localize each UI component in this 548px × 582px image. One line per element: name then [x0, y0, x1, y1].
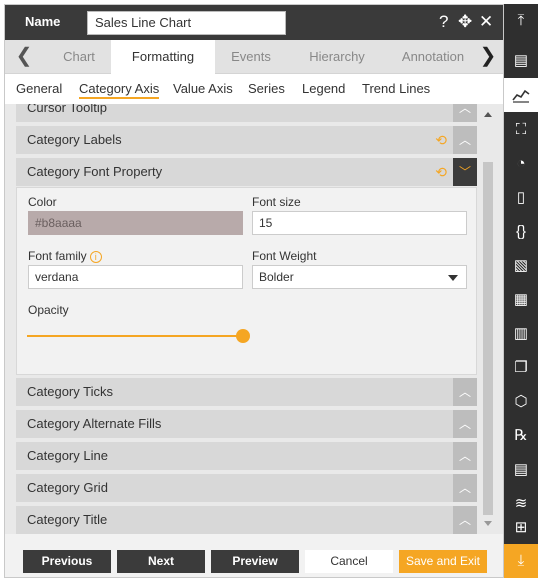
opacity-label: Opacity: [28, 303, 69, 317]
chevron-down-icon: [448, 275, 458, 281]
subtab-trend-lines[interactable]: Trend Lines: [362, 81, 430, 96]
opacity-slider-thumb[interactable]: [236, 329, 250, 343]
font-family-input[interactable]: verdana: [28, 265, 243, 289]
move-icon[interactable]: ✥: [458, 11, 472, 33]
expand-icon[interactable]: ﹀: [453, 158, 477, 186]
font-property-body: Color #b8aaaa Font size 15 Font family i …: [16, 187, 477, 375]
next-button[interactable]: Next: [117, 550, 205, 573]
preview-button[interactable]: Preview: [211, 550, 299, 573]
scroll-thumb[interactable]: [483, 162, 493, 515]
section-title: Category Grid: [27, 480, 108, 495]
braces-icon[interactable]: {}: [504, 215, 538, 249]
main-tabs: ❮ Chart Formatting Events Hierarchy Anno…: [5, 40, 503, 74]
font-weight-value: Bolder: [259, 270, 294, 284]
table-icon[interactable]: ▤: [504, 44, 538, 78]
section-category-ticks[interactable]: Category Ticks ︿: [16, 378, 477, 406]
tab-formatting[interactable]: Formatting: [111, 40, 215, 74]
chart-properties-panel: Name Sales Line Chart ? ✥ ✕ ❮ Chart Form…: [4, 4, 504, 578]
collapse-icon[interactable]: ︿: [453, 378, 477, 406]
section-title: Cursor Tooltip: [27, 104, 107, 115]
subtab-value-axis[interactable]: Value Axis: [173, 81, 233, 96]
cancel-button[interactable]: Cancel: [305, 550, 393, 573]
section-category-line[interactable]: Category Line ︿: [16, 442, 477, 470]
font-size-label: Font size: [252, 195, 301, 209]
section-title: Category Title: [27, 512, 108, 527]
font-weight-select[interactable]: Bolder: [252, 265, 467, 289]
bar-chart-icon[interactable]: ▥: [504, 317, 538, 351]
refresh-icon[interactable]: ⟲: [435, 132, 447, 148]
section-category-title[interactable]: Category Title ︿: [16, 506, 477, 534]
section-title: Category Line: [27, 448, 108, 463]
tab-events[interactable]: Events: [225, 40, 277, 74]
panel-footer: Previous Next Preview Cancel Save and Ex…: [5, 534, 503, 577]
color-field[interactable]: #b8aaaa: [28, 211, 243, 235]
hierarchy-icon[interactable]: ⬡: [504, 385, 538, 419]
tabs-next-icon[interactable]: ❯: [475, 40, 501, 73]
collapse-top-icon[interactable]: ⤒: [504, 4, 538, 38]
tab-chart[interactable]: Chart: [53, 40, 105, 74]
section-title: Category Labels: [27, 132, 122, 147]
scroll-down-icon[interactable]: [484, 521, 492, 526]
help-icon[interactable]: ?: [439, 11, 448, 33]
color-label: Color: [28, 195, 57, 209]
font-family-label: Font family i: [28, 249, 102, 263]
collapse-icon[interactable]: ︿: [453, 104, 477, 122]
line-chart-icon[interactable]: [504, 78, 538, 112]
opacity-slider-track[interactable]: [27, 335, 243, 337]
section-title: Category Ticks: [27, 384, 113, 399]
tab-annotation[interactable]: Annotation: [399, 40, 467, 74]
scroll-up-icon[interactable]: [484, 112, 492, 117]
section-category-grid[interactable]: Category Grid ︿: [16, 474, 477, 502]
info-icon[interactable]: i: [89, 251, 102, 263]
formatting-scroll-area: Cursor Tooltip ︿ Category Labels ⟲ ︿ Cat…: [5, 104, 503, 534]
rx-icon[interactable]: ℞: [504, 419, 538, 453]
subtab-series[interactable]: Series: [248, 81, 285, 96]
file-icon[interactable]: ▯: [504, 181, 538, 215]
font-weight-label: Font Weight: [252, 249, 317, 263]
subtab-general[interactable]: General: [16, 81, 62, 96]
vertical-scrollbar[interactable]: [481, 104, 495, 534]
collapse-icon[interactable]: ︿: [453, 474, 477, 502]
image-icon[interactable]: ▧: [504, 249, 538, 283]
collapse-icon[interactable]: ︿: [453, 126, 477, 154]
subtab-legend[interactable]: Legend: [302, 81, 345, 96]
close-icon[interactable]: ✕: [479, 11, 493, 33]
calendar-grid-icon[interactable]: ▦: [504, 283, 538, 317]
name-label: Name: [25, 14, 61, 29]
section-title: Category Font Property: [27, 164, 163, 179]
document-chart-icon[interactable]: ◔: [504, 147, 538, 181]
collapse-icon[interactable]: ︿: [453, 506, 477, 534]
copy-icon[interactable]: ❐: [504, 351, 538, 385]
save-and-exit-button[interactable]: Save and Exit: [399, 550, 487, 573]
section-category-alternate-fills[interactable]: Category Alternate Fills ︿: [16, 410, 477, 438]
tabs-prev-icon[interactable]: ❮: [11, 40, 37, 73]
report-icon[interactable]: ▤: [504, 453, 538, 487]
previous-button[interactable]: Previous: [23, 550, 111, 573]
map-icon[interactable]: ⛶: [504, 113, 538, 147]
panel-header: Name Sales Line Chart ? ✥ ✕: [5, 5, 503, 40]
collapse-icon[interactable]: ︿: [453, 442, 477, 470]
line-chart-glyph: [512, 89, 530, 103]
refresh-icon[interactable]: ⟲: [435, 164, 447, 180]
font-size-input[interactable]: 15: [252, 211, 467, 235]
section-cursor-tooltip[interactable]: Cursor Tooltip ︿: [16, 104, 477, 122]
collapse-icon[interactable]: ︿: [453, 410, 477, 438]
section-category-font-property[interactable]: Category Font Property ⟲ ﹀: [16, 158, 477, 186]
download-icon[interactable]: ⤓: [504, 544, 538, 578]
tab-hierarchy[interactable]: Hierarchy: [301, 40, 373, 74]
nodes-icon[interactable]: ⊞: [504, 516, 538, 540]
section-title: Category Alternate Fills: [27, 416, 162, 431]
subtab-category-axis[interactable]: Category Axis: [79, 81, 160, 99]
section-category-labels[interactable]: Category Labels ⟲ ︿: [16, 126, 477, 154]
chart-name-input[interactable]: Sales Line Chart: [87, 11, 286, 35]
font-family-label-text: Font family: [28, 249, 87, 263]
right-tool-rail: ⤒ ▤ ⛶ ◔ ▯ {} ▧ ▦ ▥ ❐ ⬡ ℞ ▤ ≋ ⊞ ⤓: [504, 4, 538, 578]
sub-tabs: General Category Axis Value Axis Series …: [5, 74, 503, 104]
